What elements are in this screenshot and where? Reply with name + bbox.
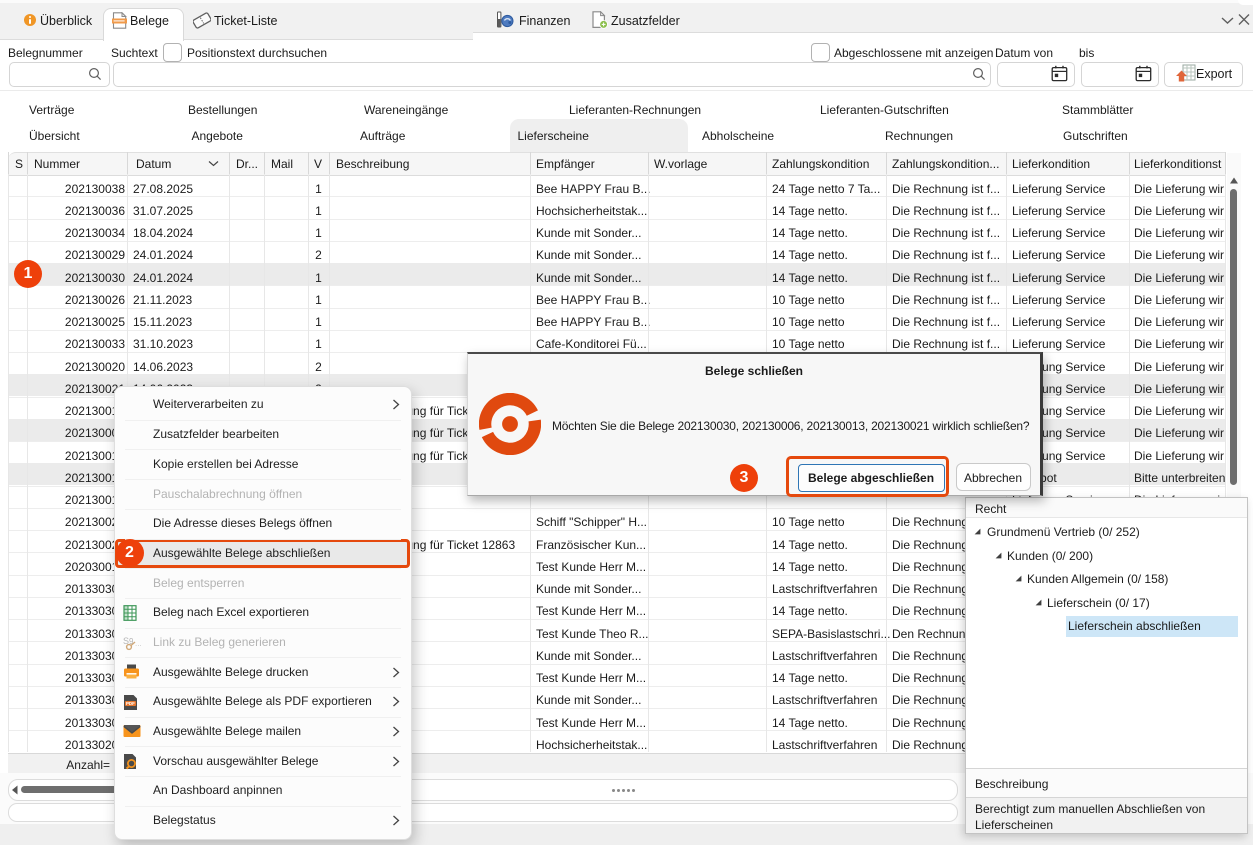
svg-text:PDF: PDF <box>126 701 135 706</box>
svg-text:...: ... <box>135 639 141 648</box>
